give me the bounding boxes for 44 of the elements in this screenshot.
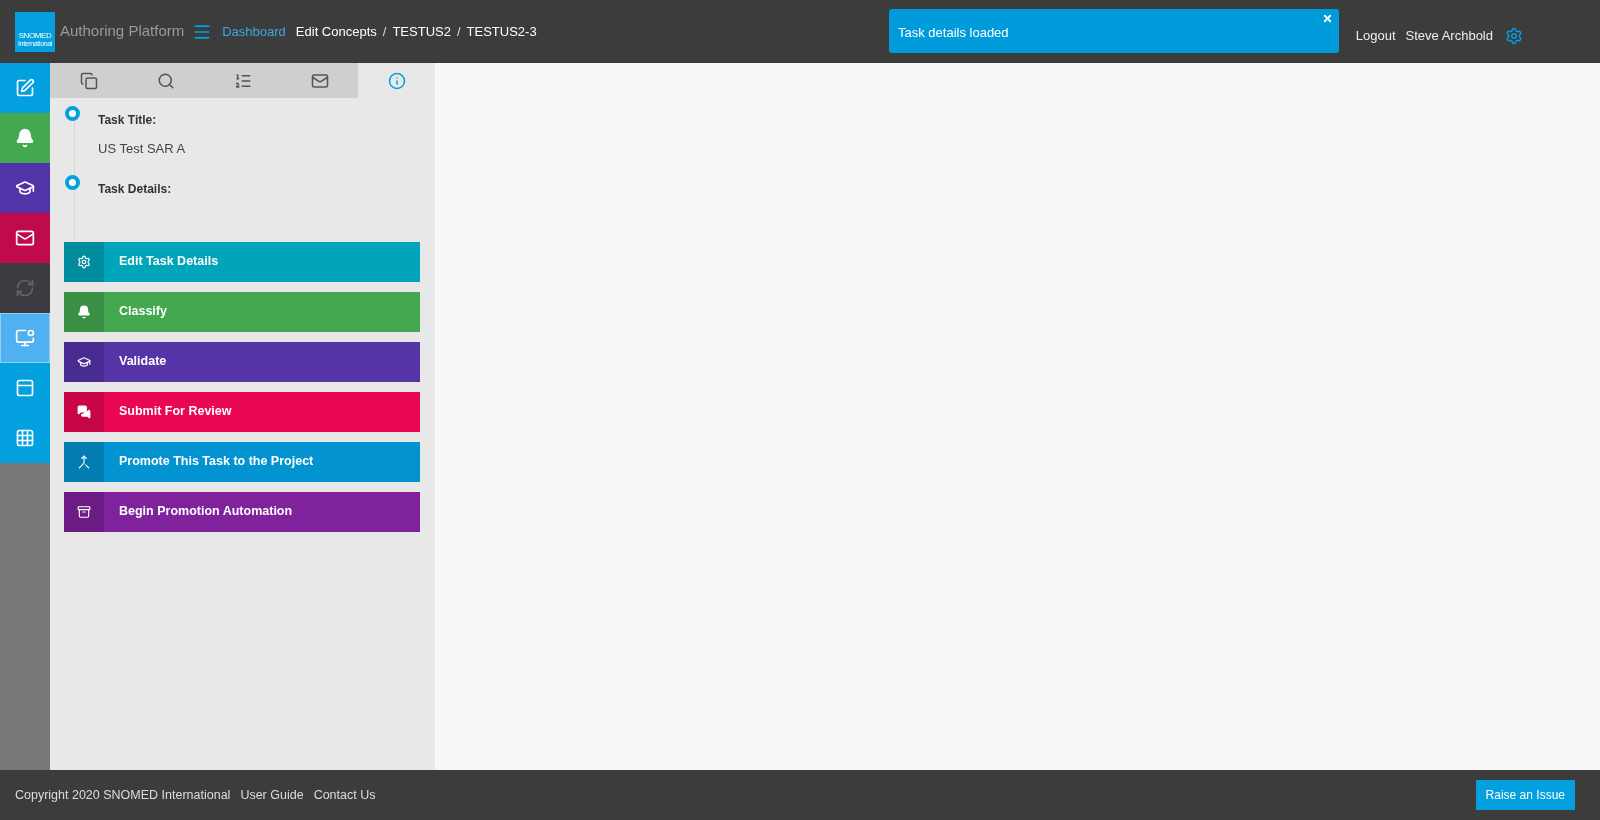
copyright-text: Copyright 2020 SNOMED International	[15, 786, 231, 804]
panel-tab[interactable]	[281, 63, 358, 98]
bell-icon	[77, 304, 91, 319]
action-button[interactable]: Submit For Review	[64, 391, 420, 432]
copy-icon	[79, 71, 98, 90]
close-icon[interactable]	[1322, 13, 1333, 24]
gear-icon	[77, 254, 91, 269]
app-name: Authoring Platform	[60, 21, 185, 42]
edit-icon	[15, 78, 35, 98]
dashboard-link[interactable]: Dashboard	[222, 21, 286, 42]
archive-icon	[77, 504, 91, 519]
merge-icon	[77, 454, 91, 469]
field-label: Task Title:	[98, 112, 158, 129]
sync-icon	[15, 278, 35, 298]
grid-icon	[15, 428, 35, 448]
rail-item[interactable]	[0, 213, 50, 263]
graduation-icon	[15, 178, 35, 198]
numbered-icon	[233, 71, 252, 90]
logo-text: SNOMED	[18, 31, 52, 40]
mail-icon	[15, 228, 35, 248]
action-button[interactable]: Validate	[64, 341, 420, 382]
breadcrumb-link[interactable]: TESTUS2	[392, 21, 451, 42]
rail-item[interactable]	[0, 163, 50, 213]
field-label: Task Details:	[98, 180, 172, 198]
search-icon	[156, 71, 175, 90]
logout-link[interactable]: Logout	[1355, 25, 1396, 46]
breadcrumb-separator: /	[456, 22, 461, 41]
breadcrumb-separator: /	[382, 22, 387, 41]
chat-icon	[77, 404, 91, 419]
footer-link[interactable]: Contact Us	[313, 785, 376, 805]
footer-link[interactable]: User Guide	[240, 785, 304, 805]
breadcrumb-link[interactable]: TESTUS2-3	[466, 21, 537, 42]
panel-tab[interactable]	[50, 63, 127, 98]
bell-icon	[15, 128, 35, 148]
settings-icon[interactable]	[1505, 26, 1523, 45]
action-button[interactable]: Begin Promotion Automation	[64, 491, 420, 532]
mail-icon	[310, 71, 329, 90]
info-icon	[387, 71, 406, 90]
breadcrumb-link[interactable]: Edit Concepts	[295, 21, 377, 42]
notification-text: Task details loaded	[898, 24, 1009, 42]
layout-icon	[15, 378, 35, 398]
user-name[interactable]: Steve Archbold	[1405, 25, 1493, 46]
field-value: US Test SAR A	[98, 140, 186, 158]
graduation-icon	[77, 354, 91, 369]
